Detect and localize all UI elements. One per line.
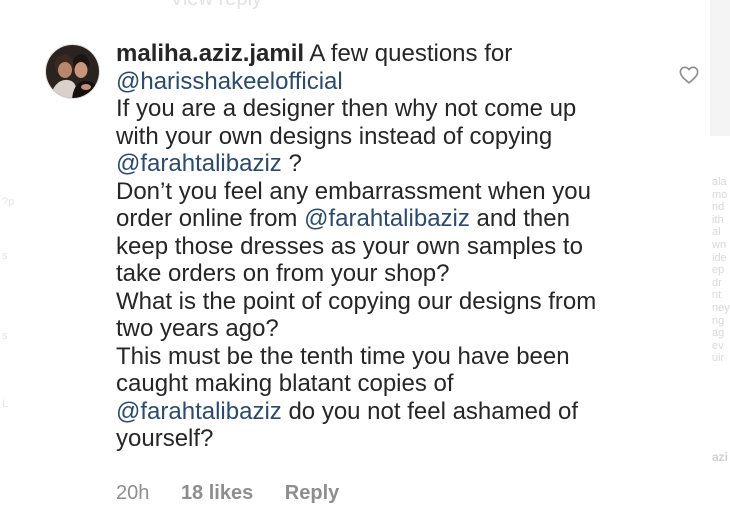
left-ghost-edge: ?p s s L xyxy=(2,196,15,410)
comment-text: ? xyxy=(281,150,302,177)
comment-line: Don’t you feel any embarrassment when yo… xyxy=(116,178,676,206)
heart-outline-icon[interactable] xyxy=(678,64,700,86)
comment-text: with your own designs instead of copying xyxy=(116,122,553,150)
comment-line: @farahtalibaziz do you not feel ashamed … xyxy=(116,398,676,426)
comment-timestamp: 20h xyxy=(116,482,150,504)
mention-link[interactable]: @farahtalibaziz xyxy=(304,205,470,232)
comment-text: two years ago? xyxy=(116,315,279,342)
comment-text: yourself? xyxy=(116,425,214,452)
mention-link[interactable]: @farahtalibaziz xyxy=(116,398,282,425)
comment-line: @harisshakeelofficial xyxy=(116,68,676,96)
likes-count-link[interactable]: 18 likes xyxy=(181,482,253,504)
comment-line: caught making blatant copies of xyxy=(116,370,676,398)
comment-text: caught making blatant copies of xyxy=(116,370,454,397)
comment-body: maliha.aziz.jamil A few questions for @ha… xyxy=(116,40,676,453)
comment-line: What is the point of copying our designs… xyxy=(116,288,676,316)
comment-text: order online from xyxy=(116,205,305,232)
comment-line: @farahtalibaziz ? xyxy=(116,150,676,178)
comment-text: This must be the tenth time you have bee… xyxy=(116,342,570,370)
avatar-photo xyxy=(46,45,99,98)
previous-reply-fragment: View reply xyxy=(170,0,262,11)
comment-text: take orders on from your shop? xyxy=(116,260,450,287)
comment-line: maliha.aziz.jamil A few questions for xyxy=(116,40,676,68)
mention-link[interactable]: @farahtalibaziz xyxy=(116,150,282,177)
mention-link[interactable]: @harisshakeelofficial xyxy=(116,68,343,95)
comment-line: yourself? xyxy=(116,425,676,453)
comment-line: order online from @farahtalibaziz and th… xyxy=(116,205,676,233)
comment-line: keep those dresses as your own samples t… xyxy=(116,233,676,261)
comment-text: What is the point of copying our designs… xyxy=(116,287,597,315)
comment-text: do you not feel ashamed of xyxy=(281,397,578,425)
comment-line: If you are a designer then why not come … xyxy=(116,95,676,123)
comment-text: A few questions for xyxy=(309,40,513,67)
comment-line: take orders on from your shop? xyxy=(116,260,676,288)
avatar[interactable] xyxy=(45,44,100,99)
comment-footer: 20h 18 likes Reply xyxy=(116,482,339,505)
comment-text: Don’t you feel any embarrassment when yo… xyxy=(116,177,591,205)
comment-text: and then xyxy=(469,205,570,232)
comment-text: If you are a designer then why not come … xyxy=(116,95,577,122)
comment-text: keep those dresses as your own samples t… xyxy=(116,232,583,260)
comment-line: This must be the tenth time you have bee… xyxy=(116,343,676,371)
comment-line: two years ago? xyxy=(116,315,676,343)
comment-line: with your own designs instead of copying xyxy=(116,123,676,151)
comment-username[interactable]: maliha.aziz.jamil xyxy=(116,40,304,67)
right-ghost-edge: ala mo nd ith al wn ide ep dr nt ney ng … xyxy=(708,0,730,523)
reply-button[interactable]: Reply xyxy=(285,482,339,504)
